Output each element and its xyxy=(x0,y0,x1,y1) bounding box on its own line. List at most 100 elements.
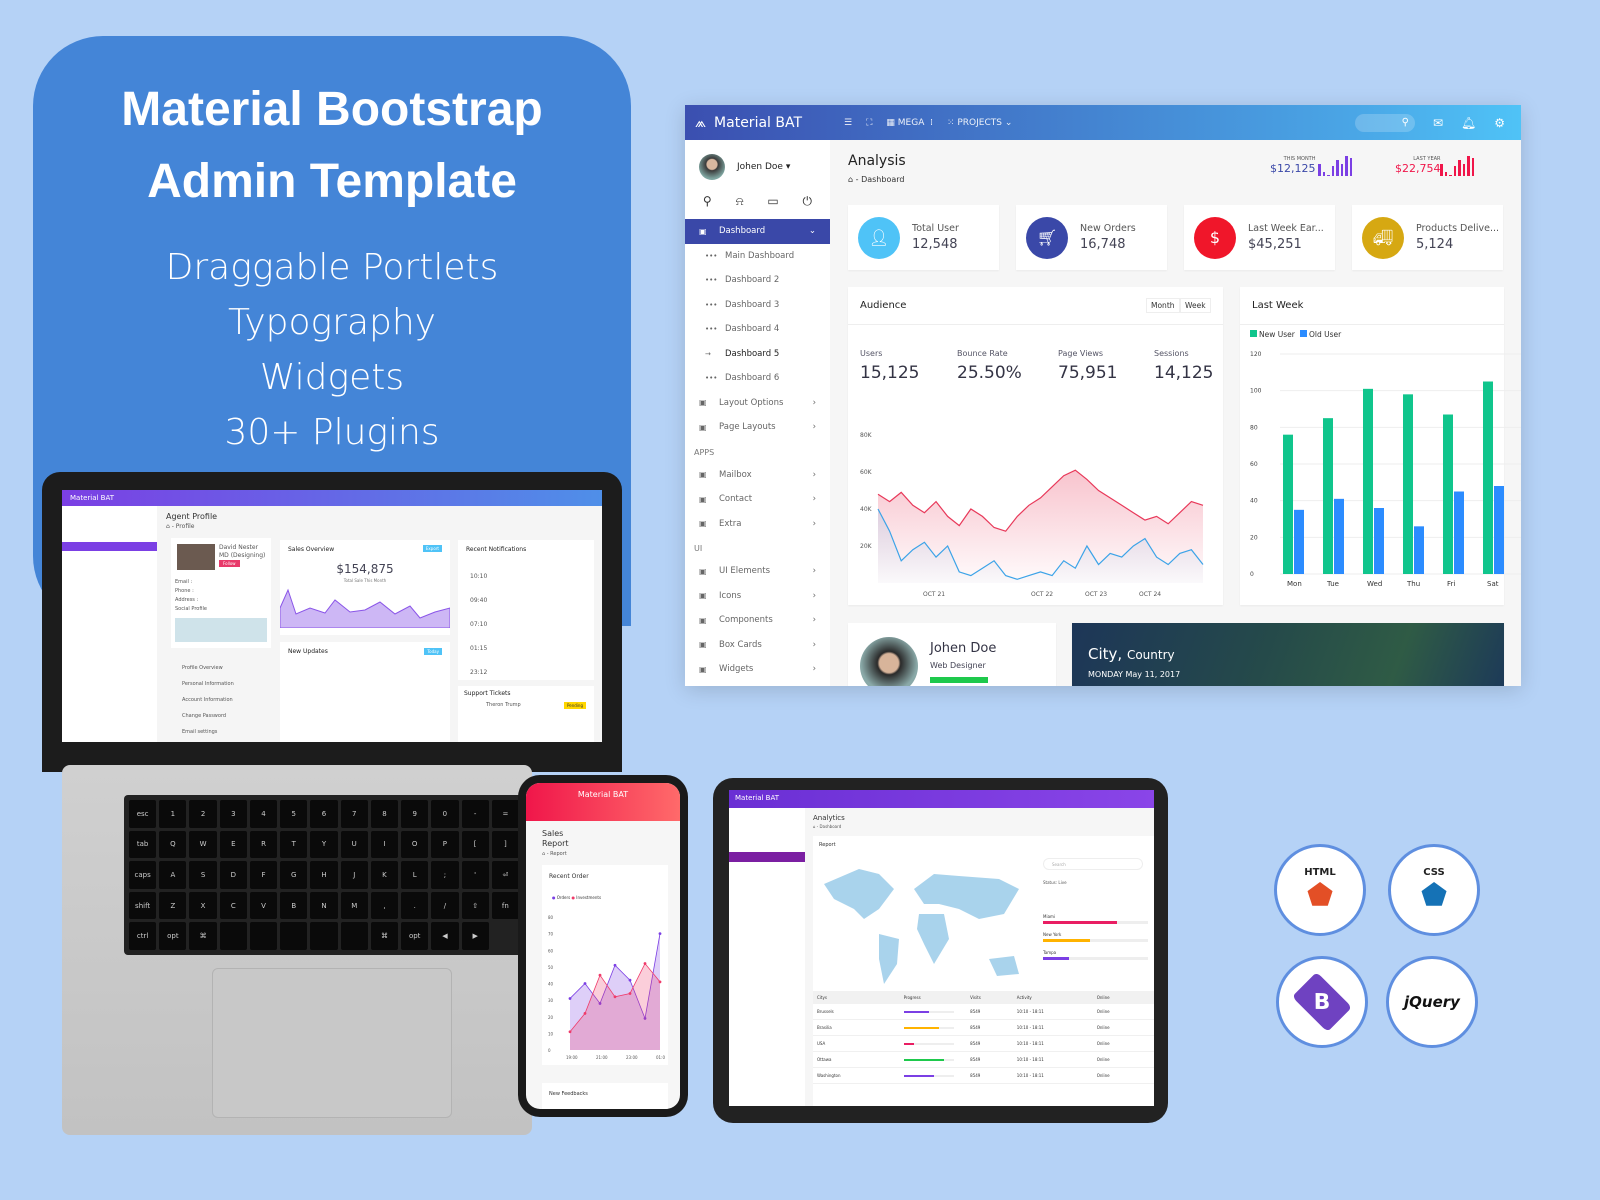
export-button[interactable]: Export xyxy=(422,545,442,552)
search-input[interactable]: ⚲ xyxy=(1354,113,1415,132)
fullscreen-icon[interactable]: ⛶ xyxy=(866,118,872,128)
sidebar-item[interactable]: ▣ Mailbox › xyxy=(685,463,830,488)
x-tick-label: Mon xyxy=(1287,580,1302,588)
key: Q xyxy=(159,830,187,859)
sidebar-item[interactable]: ▣ Icons › xyxy=(685,584,830,609)
key: tab xyxy=(129,830,157,859)
notification-time: 01:15 xyxy=(470,645,488,652)
sidebar-item[interactable]: ▣ UI Elements › xyxy=(685,559,830,584)
key: C xyxy=(219,891,247,920)
sidebar-item[interactable]: ▣ Box Cards › xyxy=(685,633,830,658)
sidebar-subitem[interactable]: ••• Dashboard 3 xyxy=(685,293,830,318)
key: A xyxy=(159,861,187,889)
y-tick-label: 80 xyxy=(548,915,554,920)
main-content: Analysis ⌂ - Dashboard THIS MONTH $12,125… xyxy=(830,140,1521,686)
sidebar-subitem[interactable]: ••• Dashboard 2 xyxy=(685,268,830,293)
sparkline-bar xyxy=(1440,164,1443,176)
sidebar-item[interactable]: ▣ Extra › xyxy=(685,512,830,537)
laptop-mockup: Material BAT Agent Profile ⌂ - Profile D… xyxy=(42,472,622,772)
gear-icon[interactable]: ⚙ xyxy=(1494,116,1505,130)
sidebar-subitem[interactable]: → Dashboard 5 xyxy=(685,342,830,367)
y-tick-label: 0 xyxy=(1250,571,1254,578)
nav-mega[interactable]: ▦ MEGA ⁞ xyxy=(886,118,933,128)
sidebar-item[interactable]: ▣ Layout Options › xyxy=(685,391,830,416)
key: J xyxy=(340,861,368,889)
last-year-stat: LAST YEAR $22,754 xyxy=(1395,156,1441,175)
search-icon[interactable]: ⚲ xyxy=(703,194,712,209)
data-point xyxy=(583,1012,587,1015)
sidebar-subitem[interactable]: ••• Main Dashboard xyxy=(685,244,830,269)
stat-card: $ Last Week Ear... $45,251 xyxy=(1184,205,1335,270)
gear-icon: ▣ xyxy=(699,640,707,650)
mail-icon[interactable]: ✉ xyxy=(1433,116,1443,130)
bell-icon[interactable]: ⍾ xyxy=(736,194,744,209)
follow-button[interactable]: Follow xyxy=(219,560,240,567)
power-icon[interactable]: ⏻ xyxy=(803,194,813,209)
tablet-title: Analytics xyxy=(813,814,845,822)
sidebar-section: APPS xyxy=(694,447,715,457)
profile-menu-item[interactable]: Account Information xyxy=(182,692,234,708)
sidebar-item[interactable]: ▣ Dashboard ⌄ xyxy=(685,219,830,244)
logo-icon: ⩕ xyxy=(695,114,707,131)
key: 6 xyxy=(310,800,338,828)
phone-header: Material BAT xyxy=(526,783,680,821)
profile-menu-item[interactable]: Change Password xyxy=(182,708,234,724)
key: D xyxy=(219,861,247,889)
chevron-icon: › xyxy=(812,469,816,480)
menu-toggle-icon[interactable]: ☰ xyxy=(844,118,852,128)
sidebar-subitem[interactable]: ••• Dashboard 4 xyxy=(685,317,830,342)
legend-swatch xyxy=(1250,330,1257,337)
profile-menu-item[interactable]: Email settings xyxy=(182,724,234,740)
profile-menu-item[interactable]: Profile Overview xyxy=(182,660,234,676)
tablet-search-input[interactable]: Search xyxy=(1043,858,1143,870)
feature: Widgets xyxy=(259,357,405,398)
sparkline-bar xyxy=(1318,164,1321,176)
profile-menu-item[interactable]: Personal Information xyxy=(182,676,234,692)
sales-area-chart xyxy=(280,588,450,628)
key: F xyxy=(249,861,278,889)
sidebar-item[interactable]: ▣ Widgets › xyxy=(685,657,830,682)
key: T xyxy=(280,830,308,859)
sidebar-item[interactable]: ▣ Contact › xyxy=(685,487,830,512)
sparkline-bar xyxy=(1336,160,1339,176)
key: N xyxy=(310,891,338,920)
sparkline-bar xyxy=(1327,175,1330,176)
y-tick-label: 60 xyxy=(548,948,554,953)
laptop-breadcrumb: ⌂ - Profile xyxy=(166,523,195,530)
profile-role: Web Designer xyxy=(930,661,986,670)
y-tick-label: 40 xyxy=(548,982,554,987)
mail-icon: ▣ xyxy=(699,470,707,480)
user-menu[interactable]: Johen Doe ▾ xyxy=(737,162,790,172)
laptop-keyboard-base: esc 1 2 3 4 5 6 7 8 9 0- = tab Q W E R T Y U I O P[] caps A S D F G H… xyxy=(62,765,532,1135)
key: - xyxy=(461,800,489,828)
chat-icon[interactable]: ▭ xyxy=(767,194,778,209)
stat-card: 👤︎ Total User 12,548 xyxy=(848,205,999,270)
key: shift xyxy=(129,891,157,920)
dots-icon: ••• xyxy=(705,251,718,260)
x-tick-label: OCT 24 xyxy=(1139,591,1161,598)
promo-title-line1: Material Bootstrap xyxy=(121,83,543,136)
sidebar-item[interactable]: ▣ Page Layouts › xyxy=(685,415,830,440)
css3-logo: CSS ⬟ xyxy=(1388,844,1480,936)
chevron-icon: › xyxy=(812,518,816,529)
y-tick-label: 80 xyxy=(1250,424,1258,431)
tickets-title: Support Tickets xyxy=(464,690,511,697)
bell-icon[interactable]: 🔔︎ xyxy=(1461,116,1476,130)
this-month-sparkline xyxy=(1318,156,1352,176)
key: 5 xyxy=(280,800,308,828)
sidebar-item[interactable]: ▣ Components › xyxy=(685,608,830,633)
trackpad xyxy=(212,968,452,1118)
chevron-icon: › xyxy=(812,566,816,577)
chevron-icon: › xyxy=(812,615,816,626)
sidebar-subitem[interactable]: ••• Dashboard 6 xyxy=(685,366,830,391)
key xyxy=(219,922,247,950)
promo-title-line2: Admin Template xyxy=(147,155,517,208)
pages-icon: ▣ xyxy=(699,422,707,432)
key: ⇧ xyxy=(461,891,489,920)
key: 4 xyxy=(249,800,278,828)
y-tick-label: 0 xyxy=(548,1048,551,1053)
key: ⌘ xyxy=(370,922,399,950)
bar xyxy=(1283,434,1293,574)
audience-card: Audience Month Week Users 15,125 Bounce R… xyxy=(848,287,1223,605)
nav-projects[interactable]: ⁙ PROJECTS ⌄ xyxy=(947,118,1012,128)
